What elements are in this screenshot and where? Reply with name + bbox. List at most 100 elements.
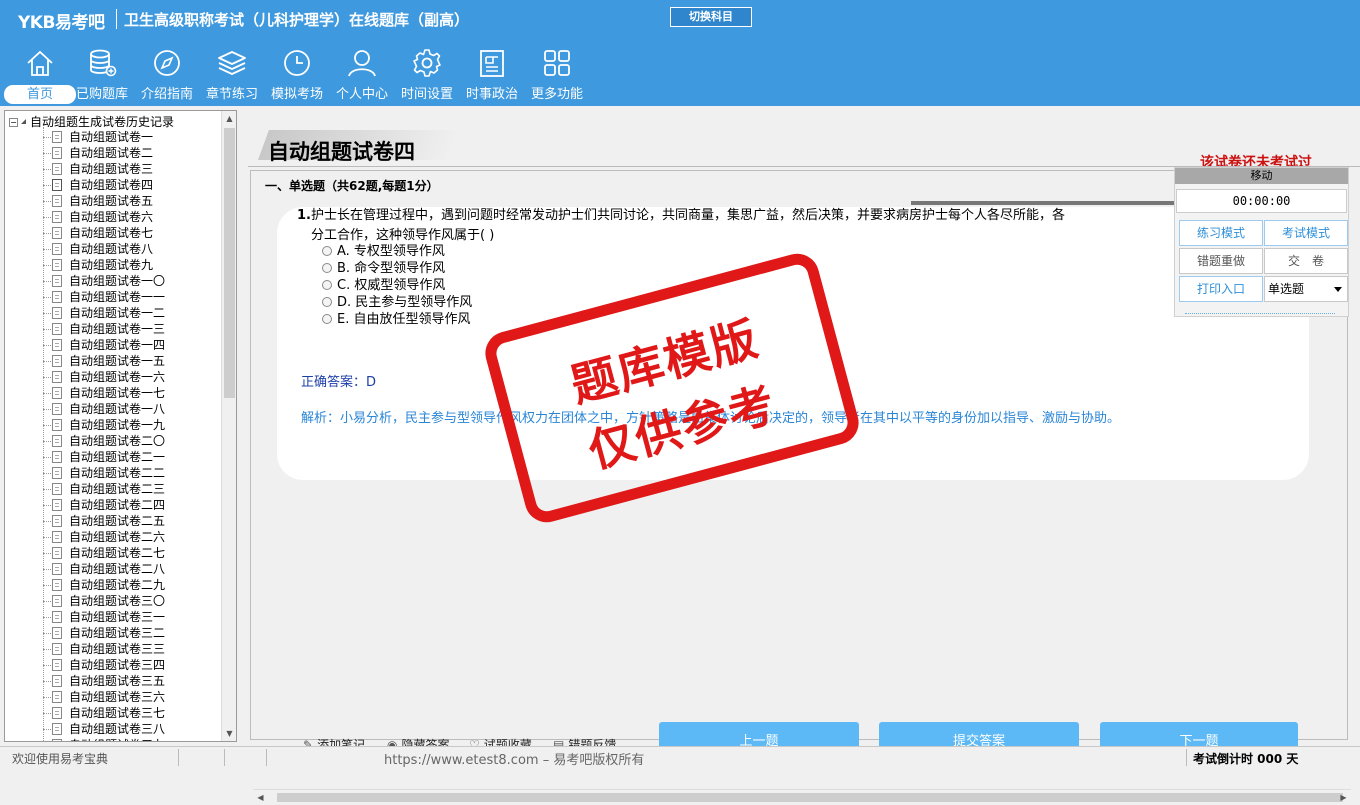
tree-item[interactable]: 自动组题试卷二四 (43, 497, 165, 513)
tree-item[interactable]: 自动组题试卷三四 (43, 657, 165, 673)
collapse-icon[interactable]: − (9, 118, 18, 127)
tree-item[interactable]: 自动组题试卷二 (43, 145, 165, 161)
nav-guide[interactable]: 介绍指南 (135, 46, 199, 104)
nav-mock-exam[interactable]: 模拟考场 (265, 46, 329, 104)
tree-item[interactable]: 自动组题试卷三六 (43, 689, 165, 705)
document-icon (52, 579, 62, 591)
tree-item[interactable]: 自动组题试卷二八 (43, 561, 165, 577)
nav-purchased-banks[interactable]: 已购题库 (70, 46, 134, 104)
radio-icon[interactable] (322, 246, 332, 256)
tree-item[interactable]: 自动组题试卷八 (43, 241, 165, 257)
print-button[interactable]: 打印入口 (1179, 276, 1263, 302)
tree-item[interactable]: 自动组题试卷三五 (43, 673, 165, 689)
tree-connector (43, 585, 51, 586)
paper-title: 自动组题试卷四 (268, 140, 415, 164)
radio-icon[interactable] (322, 314, 332, 324)
redo-wrong-button[interactable]: 错题重做 (1179, 248, 1263, 274)
nav-current-affairs[interactable]: 时事政治 (460, 46, 524, 104)
exam-mode-button[interactable]: 考试模式 (1264, 220, 1348, 246)
panel-drag-handle[interactable]: 移动 (1175, 168, 1348, 184)
tree-item-label: 自动组题试卷一二 (69, 306, 166, 320)
tree-item[interactable]: 自动组题试卷一一 (43, 289, 165, 305)
submit-paper-button[interactable]: 交 卷 (1264, 248, 1348, 274)
option-b[interactable]: B. 命令型领导作风 (322, 260, 445, 277)
tree-item[interactable]: 自动组题试卷五 (43, 193, 165, 209)
nav-personal-center[interactable]: 个人中心 (330, 46, 394, 104)
radio-icon[interactable] (322, 280, 332, 290)
scroll-left-icon[interactable]: ◀ (253, 790, 268, 805)
tree-item[interactable]: 自动组题试卷一八 (43, 401, 165, 417)
tree-item[interactable]: 自动组题试卷一六 (43, 369, 165, 385)
tree-item[interactable]: 自动组题试卷一九 (43, 417, 165, 433)
nav-label: 已购题库 (75, 87, 128, 102)
tree-item[interactable]: 自动组题试卷一七 (43, 385, 165, 401)
tree-item[interactable]: 自动组题试卷三三 (43, 641, 165, 657)
horizontal-scrollbar[interactable]: ◀ ▶ (253, 789, 1351, 804)
option-e[interactable]: E. 自由放任型领导作风 (322, 311, 470, 328)
tree-item[interactable]: 自动组题试卷一二 (43, 305, 165, 321)
tree-item[interactable]: 自动组题试卷七 (43, 225, 165, 241)
user-icon (348, 50, 376, 77)
scroll-thumb[interactable] (224, 128, 235, 398)
tree-expand-icon (21, 119, 26, 124)
tree-item[interactable]: 自动组题试卷三 (43, 161, 165, 177)
tree-item[interactable]: 自动组题试卷二一 (43, 449, 165, 465)
document-icon (52, 371, 62, 383)
tree-item[interactable]: 自动组题试卷二七 (43, 545, 165, 561)
select-value: 单选题 (1268, 282, 1305, 296)
tree-item[interactable]: 自动组题试卷二九 (43, 577, 165, 593)
tree-item[interactable]: 自动组题试卷一四 (43, 337, 165, 353)
tree-item[interactable]: 自动组题试卷二三 (43, 481, 165, 497)
tree-item[interactable]: 自动组题试卷一三 (43, 321, 165, 337)
question-type-select[interactable]: 单选题 (1264, 276, 1348, 302)
panel-resize-handle[interactable] (1185, 308, 1335, 314)
tree-connector (43, 521, 51, 522)
tree-item[interactable]: 自动组题试卷三七 (43, 705, 165, 721)
tree-item-label: 自动组题试卷二一 (69, 450, 166, 464)
practice-mode-button[interactable]: 练习模式 (1179, 220, 1263, 246)
scroll-right-icon[interactable]: ▶ (1336, 790, 1351, 805)
paper-history-tree: − 自动组题生成试卷历史记录 自动组题试卷一 自动组题试卷二 自动组题试卷三 自动组题试… (4, 110, 237, 742)
tree-item[interactable]: 自动组题试卷六 (43, 209, 165, 225)
radio-icon[interactable] (322, 297, 332, 307)
tree-item-label: 自动组题试卷七 (69, 226, 154, 240)
option-c[interactable]: C. 权威型领导作风 (322, 277, 445, 294)
logo-divider (116, 9, 117, 29)
tree-item-label: 自动组题试卷四 (69, 178, 154, 192)
tree-item[interactable]: 自动组题试卷一五 (43, 353, 165, 369)
radio-icon[interactable] (322, 263, 332, 273)
nav-chapter-practice[interactable]: 章节练习 (200, 46, 264, 104)
scroll-thumb[interactable] (277, 793, 1343, 802)
tree-item[interactable]: 自动组题试卷九 (43, 257, 165, 273)
home-icon (27, 50, 53, 76)
document-icon (52, 723, 62, 735)
tree-item[interactable]: 自动组题试卷二五 (43, 513, 165, 529)
scroll-up-icon[interactable]: ▲ (222, 111, 236, 126)
tree-item-label: 自动组题试卷三九 (69, 738, 165, 741)
tree-item[interactable]: 自动组题试卷三一 (43, 609, 165, 625)
tree-root[interactable]: − 自动组题生成试卷历史记录 (9, 113, 174, 129)
scroll-down-icon[interactable]: ▼ (222, 726, 236, 741)
tree-item[interactable]: 自动组题试卷一〇 (43, 273, 165, 289)
option-a[interactable]: A. 专权型领导作风 (322, 243, 445, 260)
document-icon (52, 675, 62, 687)
tree-item[interactable]: 自动组题试卷一 (43, 129, 165, 145)
tree-item[interactable]: 自动组题试卷二〇 (43, 433, 165, 449)
tree-item[interactable]: 自动组题试卷三二 (43, 625, 165, 641)
nav-home[interactable]: 首页 (4, 46, 76, 104)
tree-item[interactable]: 自动组题试卷三〇 (43, 593, 165, 609)
tree-item[interactable]: 自动组题试卷三九 (43, 737, 165, 741)
grid-icon (544, 50, 570, 76)
switch-subject-button[interactable]: 切换科目 (670, 7, 752, 27)
nav-time-settings[interactable]: 时间设置 (395, 46, 459, 104)
question-stem: 1.护士长在管理过程中，遇到问题时经常发动护士们共同讨论，共同商量，集思广益，然… (297, 207, 1197, 224)
tree-item[interactable]: 自动组题试卷三八 (43, 721, 165, 737)
tree-item[interactable]: 自动组题试卷二二 (43, 465, 165, 481)
tree-scrollbar[interactable]: ▲ ▼ (221, 111, 236, 741)
option-d[interactable]: D. 民主参与型领导作风 (322, 294, 472, 311)
document-icon (52, 419, 62, 431)
tree-item-label: 自动组题试卷三〇 (69, 594, 166, 608)
tree-item[interactable]: 自动组题试卷二六 (43, 529, 165, 545)
tree-item[interactable]: 自动组题试卷四 (43, 177, 165, 193)
nav-more-functions[interactable]: 更多功能 (525, 46, 589, 104)
